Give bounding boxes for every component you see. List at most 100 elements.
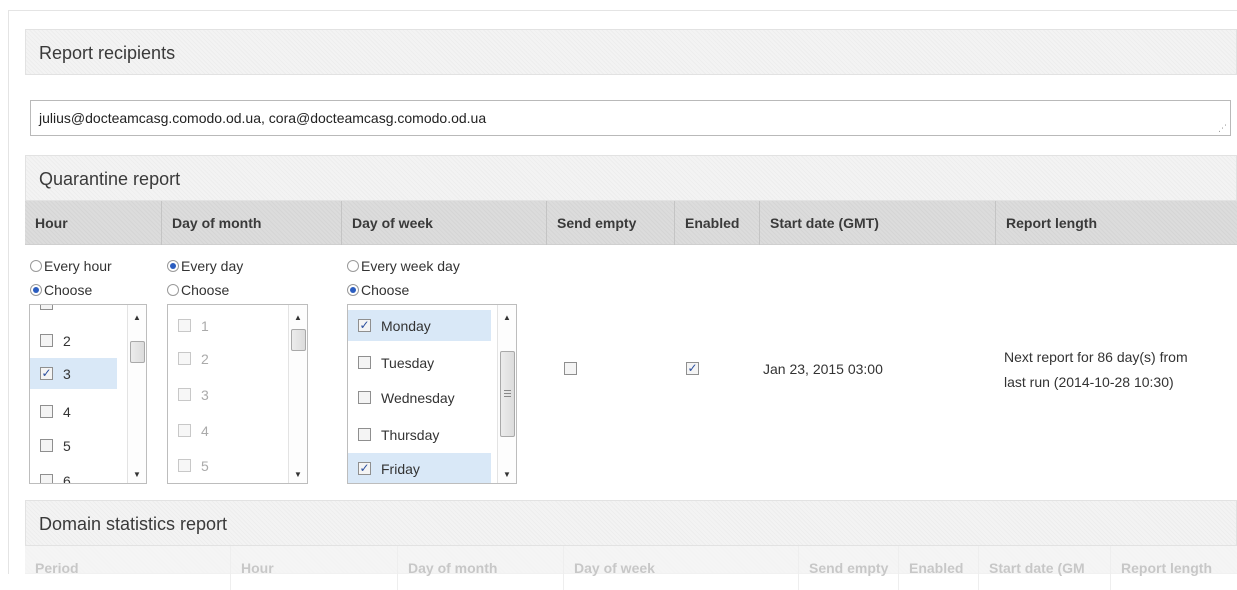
checkbox-icon [178, 424, 191, 437]
col-send-empty: Send empty [547, 201, 675, 245]
dom-item-label: 3 [201, 386, 209, 403]
col-hour: Hour [25, 201, 162, 245]
recipients-field[interactable]: julius@docteamcasg.comodo.od.ua, cora@do… [30, 100, 1231, 136]
checkbox-icon[interactable] [358, 428, 371, 441]
scroll-up-icon[interactable]: ▲ [498, 313, 516, 322]
quarantine-report-header: Quarantine report [25, 155, 1237, 201]
domain-statistics-title: Domain statistics report [39, 514, 228, 534]
dom-scrollbar[interactable]: ▲ ▼ [288, 305, 307, 483]
hour-item-5[interactable]: 5 [30, 430, 129, 461]
dow-listbox[interactable]: ✓ Monday Tuesday Wednesday Thursday ✓ Fr… [347, 304, 517, 484]
dow-choose-option[interactable]: Choose [347, 281, 409, 299]
recipients-value: julius@docteamcasg.comodo.od.ua, cora@do… [39, 110, 487, 126]
checkbox-icon [178, 459, 191, 472]
scroll-thumb[interactable] [130, 341, 145, 363]
scroll-down-icon[interactable]: ▼ [289, 470, 307, 479]
dom-choose-label: Choose [181, 282, 230, 298]
dow-choose-label: Choose [361, 282, 410, 298]
scroll-down-icon[interactable]: ▼ [128, 470, 146, 479]
checkbox-icon[interactable] [358, 391, 371, 404]
checkbox-icon [178, 388, 191, 401]
hour-item-6[interactable]: 6 [30, 465, 129, 484]
hour-every-hour-label: Every hour [44, 258, 112, 274]
col-day-of-week: Day of week [342, 201, 547, 245]
hour-partial-checkbox [40, 305, 53, 310]
col-day-of-month: Day of month [162, 201, 342, 245]
checkbox-icon[interactable] [40, 474, 53, 483]
hour-item-4[interactable]: 4 [30, 396, 129, 427]
hour-item-label: 5 [63, 437, 71, 454]
dom-item-4: 4 [168, 415, 288, 446]
hour-item-label: 4 [63, 403, 71, 420]
dow-item-wednesday[interactable]: Wednesday [348, 382, 491, 413]
dow-item-label: Tuesday [381, 354, 435, 371]
dom-every-day-option[interactable]: Every day [167, 257, 243, 275]
hour-choose-label: Choose [44, 282, 93, 298]
dom-item-label: 2 [201, 350, 209, 367]
dom-every-day-label: Every day [181, 258, 244, 274]
checkbox-icon [178, 352, 191, 365]
checkbox-icon[interactable] [40, 334, 53, 347]
hour-item-label: 3 [63, 365, 71, 382]
enabled-checkbox[interactable]: ✓ [686, 362, 699, 375]
hour-scrollbar[interactable]: ▲ ▼ [127, 305, 146, 483]
checkbox-icon[interactable] [358, 356, 371, 369]
dom-item-label: 1 [201, 317, 209, 334]
col-day-of-month: Day of month [398, 546, 564, 590]
dom-listbox[interactable]: 1 2 3 4 5 ▲ ▼ [167, 304, 308, 484]
scroll-down-icon[interactable]: ▼ [498, 470, 516, 479]
dom-item-2: 2 [168, 343, 288, 374]
hour-choose-option[interactable]: Choose [30, 281, 92, 299]
report-recipients-header: Report recipients [25, 29, 1237, 75]
dow-item-tuesday[interactable]: Tuesday [348, 347, 491, 378]
report-recipients-title: Report recipients [39, 43, 176, 63]
hour-choose-radio[interactable] [30, 284, 42, 296]
report-length-line1: Next report for 86 day(s) from [1004, 349, 1188, 365]
dow-item-thursday[interactable]: Thursday [348, 419, 491, 450]
dom-item-1: 1 [168, 310, 288, 341]
checkbox-icon[interactable] [40, 405, 53, 418]
col-start-date: Start date (GMT) [760, 201, 996, 245]
checkbox-checked-icon[interactable]: ✓ [40, 367, 53, 380]
col-enabled: Enabled [675, 201, 760, 245]
dow-every-week-day-label: Every week day [361, 258, 460, 274]
scroll-thumb[interactable] [500, 351, 515, 437]
dom-item-3: 3 [168, 379, 288, 410]
hour-listbox[interactable]: 2 ✓ 3 4 5 6 ▲ ▼ [29, 304, 147, 484]
hour-item-2[interactable]: 2 [30, 325, 129, 356]
dow-scrollbar[interactable]: ▲ ▼ [497, 305, 516, 483]
hour-every-hour-option[interactable]: Every hour [30, 257, 112, 275]
dom-every-day-radio[interactable] [167, 260, 179, 272]
dom-choose-option[interactable]: Choose [167, 281, 229, 299]
dow-every-week-day-option[interactable]: Every week day [347, 257, 460, 275]
col-start-date: Start date (GM [979, 546, 1111, 590]
dow-item-monday[interactable]: ✓ Monday [348, 310, 491, 341]
col-enabled: Enabled [899, 546, 979, 590]
checkbox-checked-icon[interactable]: ✓ [358, 319, 371, 332]
grip-icon [504, 390, 511, 391]
dow-choose-radio[interactable] [347, 284, 359, 296]
hour-item-label: 6 [63, 472, 71, 484]
checkbox-checked-icon[interactable]: ✓ [358, 462, 371, 475]
scroll-thumb[interactable] [291, 329, 306, 351]
dow-item-friday[interactable]: ✓ Friday [348, 453, 491, 483]
dom-item-5: 5 [168, 450, 288, 481]
report-length-line2: last run (2014-10-28 10:30) [1004, 374, 1174, 390]
dow-item-label: Monday [381, 317, 431, 334]
dow-every-week-day-radio[interactable] [347, 260, 359, 272]
resize-grip-icon[interactable]: ⋰ [1218, 124, 1227, 133]
dow-item-label: Friday [381, 460, 420, 477]
hour-every-hour-radio[interactable] [30, 260, 42, 272]
checkbox-icon [178, 319, 191, 332]
hour-item-3[interactable]: ✓ 3 [30, 358, 117, 389]
scroll-up-icon[interactable]: ▲ [128, 313, 146, 322]
quarantine-report-title: Quarantine report [39, 169, 181, 189]
dom-choose-radio[interactable] [167, 284, 179, 296]
checkbox-icon[interactable] [40, 439, 53, 452]
send-empty-checkbox[interactable] [564, 362, 577, 375]
dom-item-label: 5 [201, 457, 209, 474]
quarantine-column-headers: Hour Day of month Day of week Send empty… [25, 201, 1237, 245]
col-day-of-week: Day of week [564, 546, 799, 590]
scroll-up-icon[interactable]: ▲ [289, 313, 307, 322]
dow-item-label: Thursday [381, 426, 440, 443]
